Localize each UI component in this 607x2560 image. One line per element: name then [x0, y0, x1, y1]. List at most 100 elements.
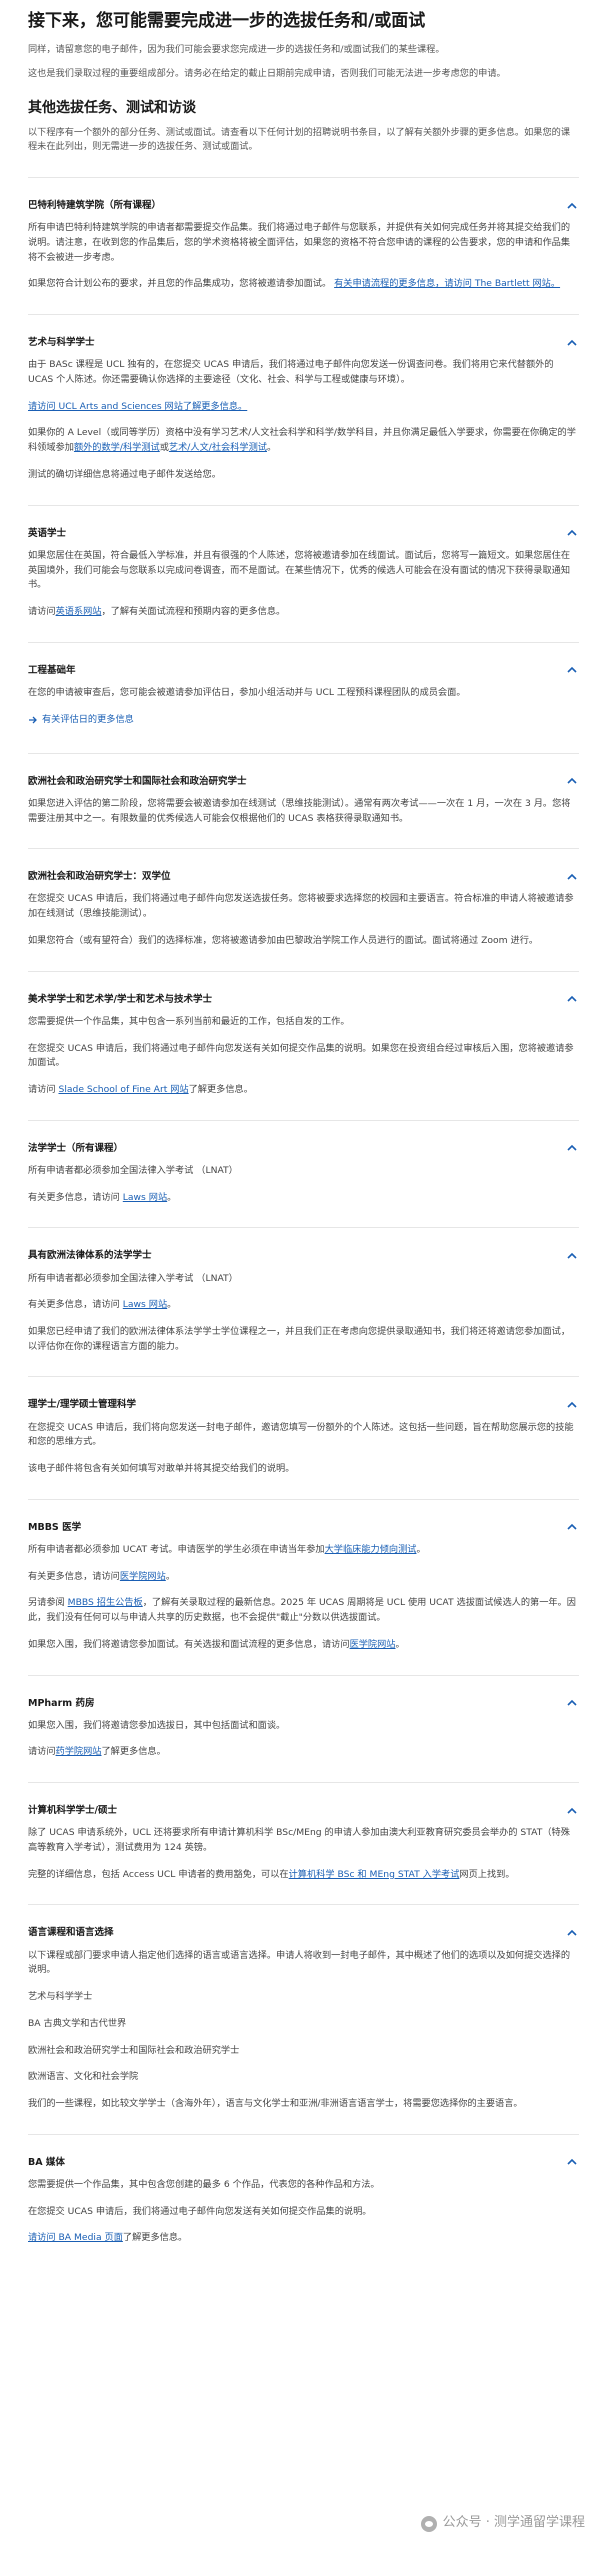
accordion-arts-sciences: 艺术与科学学士 由于 BASc 课程是 UCL 独有的，在您提交 UCAS 申请…: [28, 315, 579, 506]
body-text: 在您的申请被审查后，您可能会被邀请参加评估日，参加小组活动并与 UCL 工程预科…: [28, 686, 466, 698]
body-text-span: 有关更多信息，请访问: [28, 1299, 120, 1311]
accordion-title: 计算机科学学士/硕士: [28, 1805, 117, 1817]
chevron-up-icon[interactable]: [565, 526, 579, 540]
body-text: 请访问 BA Media 页面了解更多信息。: [28, 2231, 579, 2246]
accordion-header[interactable]: 具有欧洲法律体系的法学学士: [28, 1248, 579, 1263]
slade-link[interactable]: Slade School of Fine Art 网站: [58, 1084, 188, 1095]
body-text: 所有申请巴特利特建筑学院的申请者都需要提交作品集。我们将通过电子邮件与您联系，并…: [28, 222, 571, 263]
accordion-management-science: 理学士/理学硕士管理科学 在您提交 UCAS 申请后，我们将向您发送一封电子邮件…: [28, 1377, 579, 1500]
accordion-header[interactable]: 语言课程和语言选择: [28, 1925, 579, 1940]
accordion-header[interactable]: 巴特利特建筑学院（所有课程）: [28, 198, 579, 213]
body-text: 有关评估日的更多信息: [28, 713, 579, 731]
accordion-title: 巴特利特建筑学院（所有课程）: [28, 200, 162, 212]
accordion-title: 艺术与科学学士: [28, 337, 95, 349]
chevron-up-icon[interactable]: [565, 774, 579, 788]
stat-link[interactable]: 计算机科学 BSc 和 MEng STAT 入学考试: [289, 1869, 460, 1880]
accordion-mpharm: MPharm 药房 如果您入围，我们将邀请您参加选拔日，其中包括面试和面谈。 请…: [28, 1676, 579, 1784]
chevron-up-icon[interactable]: [565, 1926, 579, 1940]
accordion-mbbs: MBBS 医学 所有申请者都必须参加 UCAT 考试。申请医学的学生必须在申请当…: [28, 1500, 579, 1676]
body-text: 如果您符合计划公布的要求，并且您的作品集成功，您将被邀请参加面试。 有关申请流程…: [28, 277, 579, 292]
body-text-span: 了解更多信息。: [188, 1083, 253, 1095]
chevron-up-icon[interactable]: [565, 1696, 579, 1710]
medical-school-link[interactable]: 医学院网站: [120, 1571, 166, 1582]
accordion-header[interactable]: BA 媒体: [28, 2155, 579, 2170]
bartlett-link[interactable]: 有关申请流程的更多信息，请访问 The Bartlett 网站。: [334, 278, 560, 289]
chevron-up-icon[interactable]: [565, 1804, 579, 1818]
body-text: 如果您进入评估的第二阶段，您将需要会被邀请参加在线测试（思维技能测试）。通常有两…: [28, 797, 571, 824]
accordion-header[interactable]: 欧洲社会和政治研究学士和国际社会和政治研究学士: [28, 774, 579, 789]
chevron-up-icon[interactable]: [565, 992, 579, 1006]
body-text: 有关更多信息，请访问 Laws 网站。: [28, 1298, 579, 1313]
accordion-header[interactable]: 计算机科学学士/硕士: [28, 1803, 579, 1818]
accordion-header[interactable]: MPharm 药房: [28, 1696, 579, 1711]
body-text: 如果您入围，我们将邀请您参加选拔日，其中包括面试和面谈。: [28, 1719, 286, 1731]
chevron-up-icon[interactable]: [565, 1249, 579, 1263]
accordion-esps-dual: 欧洲社会和政治研究学士：双学位 在您提交 UCAS 申请后，我们将通过电子邮件向…: [28, 849, 579, 972]
accordion-header[interactable]: 美术学学士和艺术学/学士和艺术与技术学士: [28, 992, 579, 1007]
body-text-span: 了解更多信息。: [101, 1746, 166, 1758]
accordion-header[interactable]: 理学士/理学硕士管理科学: [28, 1397, 579, 1412]
accordion-law-euro: 具有欧洲法律体系的法学学士 所有申请者都必须参加全国法律入学考试 （LNAT） …: [28, 1228, 579, 1378]
body-text: 请访问药学院网站了解更多信息。: [28, 1745, 579, 1760]
accordion-header[interactable]: 法学学士（所有课程）: [28, 1141, 579, 1156]
body-text: 完整的详细信息，包括 Access UCL 申请者的费用豁免，可以在计算机科学 …: [28, 1868, 579, 1883]
wechat-icon: [420, 2515, 437, 2532]
body-text: 如果您居住在英国，符合最低入学标准，并且有很强的个人陈述，您将被邀请参加在线面试…: [28, 549, 571, 591]
accordion-english: 英语学士 如果您居住在英国，符合最低入学标准，并且有很强的个人陈述，您将被邀请参…: [28, 506, 579, 643]
body-text: 由于 BASc 课程是 UCL 独有的，在您提交 UCAS 申请后，我们将通过电…: [28, 359, 554, 386]
arts-humanities-test-link[interactable]: 艺术/人文/社会科学测试: [169, 442, 267, 453]
chevron-up-icon[interactable]: [565, 2155, 579, 2169]
chevron-up-icon[interactable]: [565, 1141, 579, 1155]
accordion-title: 工程基础年: [28, 664, 76, 676]
laws-link[interactable]: Laws 网站: [123, 1299, 167, 1310]
accordion-title: 具有欧洲法律体系的法学学士: [28, 1250, 152, 1262]
chevron-up-icon[interactable]: [565, 336, 579, 350]
accordion-engineering-foundation: 工程基础年 在您的申请被审查后，您可能会被邀请参加评估日，参加小组活动并与 UC…: [28, 643, 579, 754]
body-text-span: ，了解有关面试流程和预期内容的更多信息。: [101, 605, 286, 617]
body-text: 如果您已经申请了我们的欧洲法律体系法学学士学位课程之一，并且我们正在考虑向您提供…: [28, 1325, 571, 1352]
accordion-title: 英语学士: [28, 527, 67, 539]
accordion-header[interactable]: 工程基础年: [28, 663, 579, 678]
chevron-up-icon[interactable]: [565, 199, 579, 213]
math-science-test-link[interactable]: 额外的数学/科学测试: [74, 442, 160, 453]
list-item: 艺术与科学学士: [28, 1991, 93, 2003]
watermark: 公众号 · 测学通留学课程: [420, 2513, 585, 2534]
english-dept-link[interactable]: 英语系网站: [56, 606, 102, 617]
body-text: 除了 UCAS 申请系统外，UCL 还将要求所有申请计算机科学 BSc/MEng…: [28, 1827, 570, 1854]
list-item: BA 古典文学和古代世界: [28, 2017, 127, 2029]
accordion-title: MPharm 药房: [28, 1697, 95, 1709]
body-text-span: 网页上找到。: [459, 1868, 515, 1880]
medical-school-link[interactable]: 医学院网站: [350, 1639, 396, 1650]
section-title: 其他选拔任务、测试和访谈: [28, 100, 196, 117]
intro: 同样，请留意您的电子邮件，因为我们可能会要求您完成进一步的选拔任务和/或面试我们…: [28, 43, 579, 81]
accordion-header[interactable]: 英语学士: [28, 526, 579, 541]
accordion-languages: 语言课程和语言选择 以下课程或部门要求申请人指定他们选择的语言或语言选择。申请人…: [28, 1905, 579, 2135]
accordion-title: 理学士/理学硕士管理科学: [28, 1399, 136, 1411]
pharmacy-link[interactable]: 药学院网站: [56, 1746, 102, 1757]
body-text-span: 所有申请者都必须参加 UCAT 考试。申请医学的学生必须在申请当年参加: [28, 1543, 325, 1555]
body-text: 有关更多信息，请访问医学院网站。: [28, 1570, 579, 1585]
body-text: 该电子邮件将包含有关如何填写对敢单并将其提交给我们的说明。: [28, 1463, 295, 1475]
accordion-fine-art: 美术学学士和艺术学/学士和艺术与技术学士 您需要提供一个作品集，其中包含一系列当…: [28, 972, 579, 1121]
accordion-header[interactable]: 欧洲社会和政治研究学士：双学位: [28, 869, 579, 884]
watermark-text: 公众号 · 测学通留学课程: [442, 2515, 585, 2531]
body-text-span: 如果您符合计划公布的要求，并且您的作品集成功，您将被邀请参加面试。: [28, 278, 332, 290]
accordion-header[interactable]: MBBS 医学: [28, 1520, 579, 1535]
assessment-day-link[interactable]: 有关评估日的更多信息: [28, 713, 134, 728]
chevron-up-icon[interactable]: [565, 1520, 579, 1534]
arts-sciences-link[interactable]: 请访问 UCL Arts and Sciences 网站了解更多信息。: [28, 401, 247, 412]
body-text-span: 了解更多信息。: [122, 2232, 188, 2244]
ucat-link[interactable]: 大学临床能力倾向测试: [325, 1544, 417, 1555]
accordion-header[interactable]: 艺术与科学学士: [28, 335, 579, 350]
laws-link[interactable]: Laws 网站: [123, 1192, 167, 1203]
body-text: 测试的确切详细信息将通过电子邮件发送给您。: [28, 468, 221, 480]
body-text-span: 有关更多信息，请访问: [28, 1570, 120, 1582]
chevron-up-icon[interactable]: [565, 870, 579, 884]
body-text-span: 有关更多信息，请访问: [28, 1191, 120, 1203]
chevron-up-icon[interactable]: [565, 663, 579, 677]
chevron-up-icon[interactable]: [565, 1398, 579, 1412]
mbbs-board-link[interactable]: MBBS 招生公告板: [68, 1597, 143, 1608]
list-item: 欧洲语言、文化和社会学院: [28, 2071, 139, 2083]
ba-media-link[interactable]: 请访问 BA Media 页面: [28, 2232, 123, 2243]
body-text-span: 或: [159, 442, 169, 454]
